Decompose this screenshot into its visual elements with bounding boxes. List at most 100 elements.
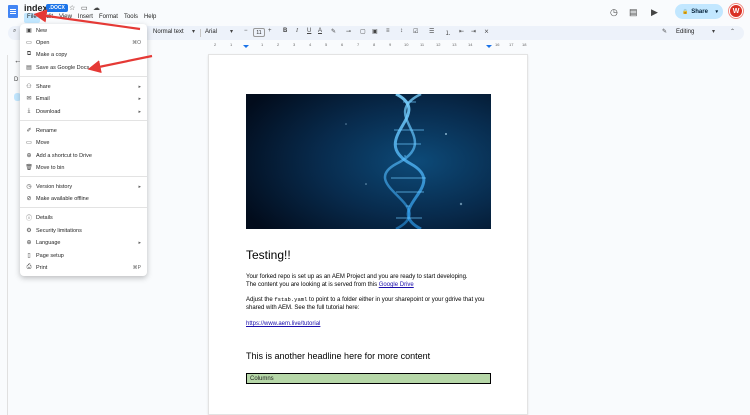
decrease-indent-icon[interactable]: ⇤ — [459, 28, 464, 35]
font-size-input[interactable]: 11 — [253, 28, 265, 37]
print-icon: ⎙ — [26, 264, 32, 270]
decrease-font-size-button[interactable]: − — [244, 28, 248, 34]
submenu-arrow-icon: ▸ — [138, 83, 141, 90]
numbered-list-icon[interactable]: ⒈ — [445, 28, 451, 37]
menu-item-print[interactable]: ⎙ Print ⌘P — [20, 262, 147, 273]
meet-icon[interactable]: ▶ — [651, 7, 658, 18]
chevron-down-icon[interactable]: ▾ — [192, 28, 195, 35]
columns-table-cell[interactable]: Columns — [246, 373, 491, 384]
menu-item-save-as-google-docs[interactable]: ▤ Save as Google Docs — [20, 62, 147, 73]
menu-divider — [20, 207, 147, 208]
clear-formatting-icon[interactable]: ⨯ — [484, 28, 489, 35]
ruler-tick-label: 10 — [404, 42, 409, 47]
chevron-down-icon[interactable]: ▾ — [715, 9, 718, 15]
menu-item-share-label: Share — [36, 83, 51, 90]
menu-item-new[interactable]: ▣ New — [20, 25, 147, 36]
image-icon[interactable]: ▣ — [372, 28, 378, 35]
align-icon[interactable]: ≡ — [386, 28, 390, 34]
star-icon[interactable]: ☆ — [69, 4, 75, 12]
menu-item-add-shortcut[interactable]: ⊕ Add a shortcut to Drive — [20, 150, 147, 161]
intro-line-2: The content you are looking at is served… — [246, 281, 468, 289]
editing-mode-select[interactable]: Editing — [676, 29, 694, 35]
highlight-icon[interactable]: ✎ — [331, 28, 336, 35]
cloud-status-icon[interactable]: ☁ — [93, 4, 100, 12]
text-color-button[interactable]: A — [318, 28, 322, 34]
heading-another-headline[interactable]: This is another headline here for more c… — [246, 351, 430, 361]
menu-file[interactable]: File — [24, 13, 40, 23]
bullet-list-icon[interactable]: ☰ — [429, 28, 434, 35]
menu-edit[interactable]: Edit — [40, 13, 56, 23]
ruler-tick-label: 2 — [277, 42, 280, 47]
docs-logo-icon[interactable] — [8, 5, 18, 18]
download-icon: ⤓ — [27, 108, 31, 114]
menu-item-version-history[interactable]: ◷ Version history ▸ — [20, 181, 147, 192]
comments-icon[interactable]: ▤ — [629, 7, 638, 18]
menu-item-open-label: Open — [36, 39, 50, 46]
submenu-arrow-icon: ▸ — [138, 183, 141, 190]
italic-button[interactable]: I — [296, 28, 298, 34]
ruler-tick-label: 4 — [309, 42, 312, 47]
left-indent-marker[interactable] — [243, 45, 249, 48]
right-indent-marker[interactable] — [486, 45, 492, 48]
chevron-down-icon[interactable]: ▾ — [712, 28, 715, 35]
page-setup-icon: ▯ — [27, 253, 31, 259]
menu-item-rename-label: Rename — [36, 127, 57, 134]
fstab-pre-text: Adjust the — [246, 297, 275, 303]
heading-testing[interactable]: Testing!! — [246, 248, 291, 262]
dna-hero-image[interactable] — [246, 94, 491, 229]
menu-item-make-copy[interactable]: ⧉ Make a copy — [20, 49, 147, 60]
history-icon[interactable]: ◷ — [610, 7, 618, 18]
google-drive-link[interactable]: Google Drive — [379, 282, 414, 288]
menu-format[interactable]: Format — [96, 13, 121, 23]
menu-item-download[interactable]: ⤓ Download ▸ — [20, 106, 147, 117]
menu-help[interactable]: Help — [141, 13, 159, 23]
menu-item-move[interactable]: ▭ Move — [20, 137, 147, 148]
menu-item-open[interactable]: ▭ Open ⌘O — [20, 37, 147, 48]
intro-line-1: Your forked repo is set up as an AEM Pro… — [246, 274, 468, 280]
underline-button[interactable]: U — [307, 28, 311, 34]
menu-item-make-available-offline[interactable]: ⊘ Make available offline — [20, 193, 147, 204]
menu-item-language[interactable]: ⊕ Language ▸ — [20, 237, 147, 248]
menu-item-move-to-bin[interactable]: 🗑 Move to bin — [20, 162, 147, 173]
chevron-down-icon[interactable]: ▾ — [230, 28, 233, 35]
increase-font-size-button[interactable]: + — [268, 28, 272, 34]
font-select[interactable]: Arial — [205, 29, 217, 35]
search-menus-icon[interactable]: ⌕ — [13, 28, 16, 35]
intro-paragraph[interactable]: Your forked repo is set up as an AEM Pro… — [246, 273, 468, 289]
menu-item-share[interactable]: ⚇ Share ▸ — [20, 81, 147, 92]
open-shortcut: ⌘O — [132, 39, 141, 46]
menu-item-security-limitations[interactable]: ⚙ Security limitations — [20, 225, 147, 236]
document-page[interactable]: Testing!! Your forked repo is set up as … — [208, 54, 528, 415]
menu-item-page-setup[interactable]: ▯ Page setup — [20, 250, 147, 261]
menu-tools[interactable]: Tools — [121, 13, 141, 23]
outline-letter: D — [14, 77, 19, 83]
collapse-toolbar-icon[interactable]: ⌃ — [730, 28, 735, 35]
menu-item-email-label: Email — [36, 95, 50, 102]
tutorial-link[interactable]: https://www.aem.live/tutorial — [246, 321, 320, 327]
bold-button[interactable]: B — [283, 28, 287, 34]
menu-view[interactable]: View — [56, 13, 75, 23]
menu-insert[interactable]: Insert — [75, 13, 96, 23]
menu-divider — [20, 76, 147, 77]
share-button[interactable]: 🔒 Share ▾ — [675, 4, 723, 19]
document-title[interactable]: index — [24, 3, 48, 13]
menu-item-email[interactable]: ✉ Email ▸ — [20, 93, 147, 104]
menu-item-rename[interactable]: ✐ Rename — [20, 125, 147, 136]
fstab-post-text: to point to a folder either in your shar… — [307, 297, 485, 303]
submenu-arrow-icon: ▸ — [138, 239, 141, 246]
menu-item-details[interactable]: ⓘ Details — [20, 212, 147, 223]
fstab-paragraph[interactable]: Adjust the fstab.yaml to point to a fold… — [246, 296, 484, 312]
menu-item-print-label: Print — [36, 264, 48, 271]
horizontal-ruler[interactable]: 2 1 1 2 3 4 5 6 7 8 9 10 11 12 13 14 16 … — [208, 41, 528, 49]
comment-icon[interactable]: ▢ — [360, 28, 366, 35]
line-spacing-icon[interactable]: ↕ — [400, 28, 403, 34]
ruler-tick-label: 7 — [357, 42, 360, 47]
paragraph-style-select[interactable]: Normal text — [153, 29, 184, 35]
avatar[interactable]: W — [729, 4, 743, 18]
link-icon[interactable]: ⊸ — [346, 28, 351, 35]
ruler-tick-label: 16 — [495, 42, 500, 47]
move-folder-icon[interactable]: ▭ — [81, 4, 88, 12]
checklist-icon[interactable]: ☑ — [413, 28, 418, 35]
vertical-ruler[interactable] — [2, 55, 8, 415]
increase-indent-icon[interactable]: ⇥ — [471, 28, 476, 35]
